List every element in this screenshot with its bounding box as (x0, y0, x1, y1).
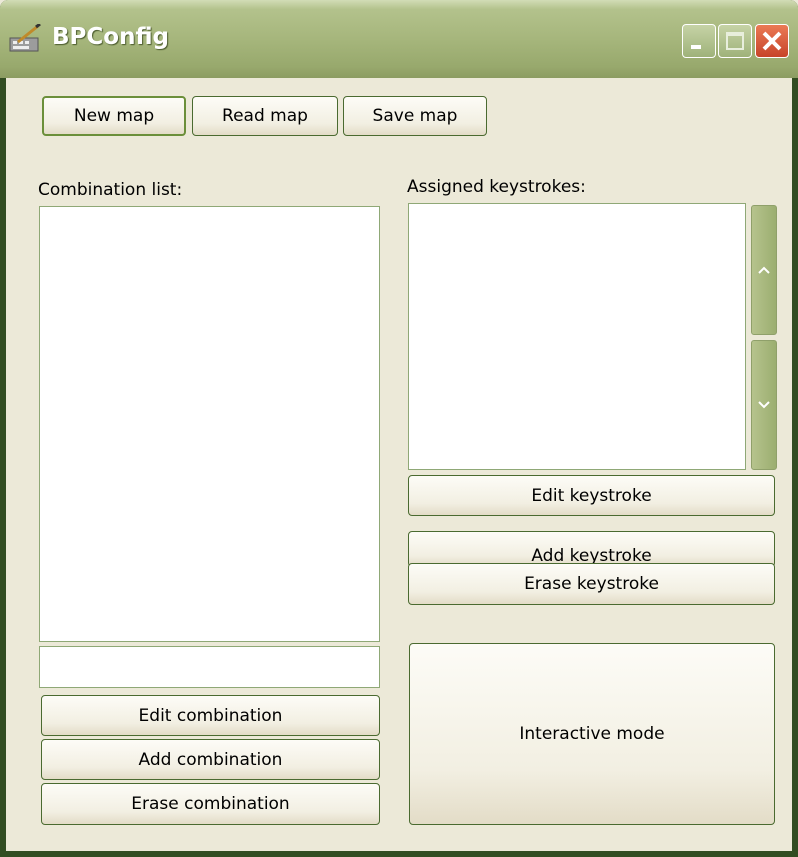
close-icon (762, 31, 782, 51)
client-area: New map Read map Save map Combination li… (6, 78, 792, 851)
assigned-keystrokes-label: Assigned keystrokes: (407, 177, 586, 197)
maximize-icon (726, 32, 744, 50)
keystroke-scrollbar[interactable] (750, 205, 778, 470)
add-keystroke-button[interactable]: Add keystroke (408, 531, 775, 567)
combination-input[interactable] (39, 646, 380, 688)
scroll-up-button[interactable] (751, 205, 777, 335)
title-bar[interactable]: BPConfig (0, 0, 798, 78)
new-map-button[interactable]: New map (42, 96, 186, 136)
minimize-icon (691, 45, 701, 49)
minimize-button[interactable] (682, 24, 716, 58)
chevron-up-icon (758, 266, 770, 274)
interactive-mode-button[interactable]: Interactive mode (409, 643, 775, 825)
maximize-button[interactable] (718, 24, 752, 58)
add-combination-button[interactable]: Add combination (41, 739, 380, 780)
save-map-button[interactable]: Save map (343, 96, 487, 136)
close-button[interactable] (755, 24, 789, 58)
combination-list-label: Combination list: (38, 180, 183, 200)
window-title: BPConfig (52, 24, 169, 50)
edit-keystroke-button[interactable]: Edit keystroke (408, 475, 775, 516)
edit-combination-button[interactable]: Edit combination (41, 695, 380, 736)
combination-list[interactable] (39, 206, 380, 642)
read-map-button[interactable]: Read map (192, 96, 338, 136)
keystroke-list[interactable] (408, 203, 746, 470)
erase-combination-button[interactable]: Erase combination (41, 783, 380, 825)
bpconfig-app-icon (8, 22, 42, 54)
chevron-down-icon (758, 401, 770, 409)
erase-keystroke-button[interactable]: Erase keystroke (408, 563, 775, 605)
app-window: BPConfig New map Read map Save map Combi… (0, 0, 798, 857)
scroll-down-button[interactable] (751, 340, 777, 470)
